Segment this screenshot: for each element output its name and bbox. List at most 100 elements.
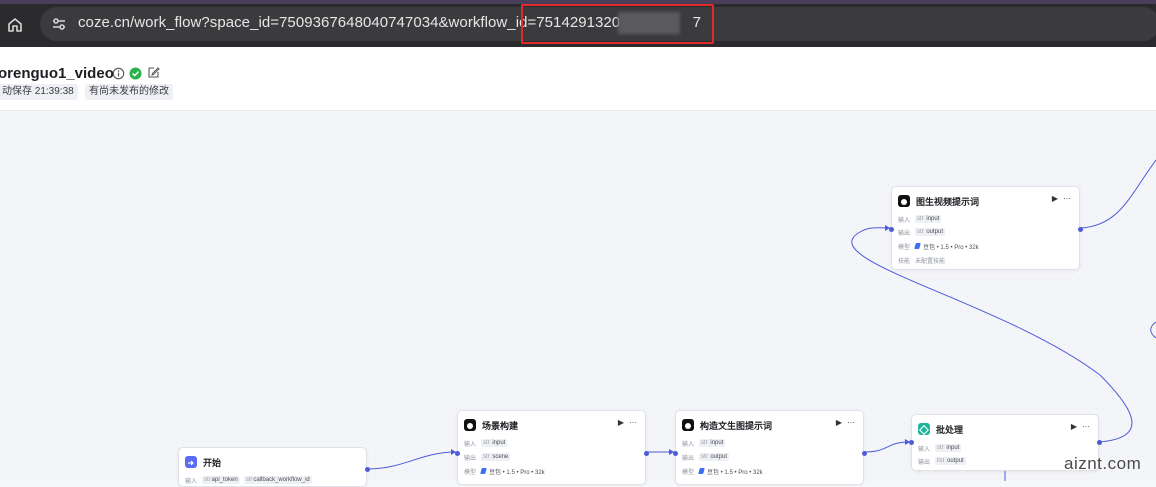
row-label: 输出	[918, 459, 931, 466]
llm-icon	[682, 419, 694, 431]
row-label: 输入	[898, 217, 911, 224]
param-chip: str input	[699, 439, 726, 447]
node-scene-build[interactable]: 场景构建 ▶ ··· 输入 str input 输出 str scene 模型 豆…	[455, 410, 649, 485]
edit-icon[interactable]	[147, 66, 160, 79]
row-label: 输出	[464, 455, 477, 462]
input-port[interactable]	[909, 440, 914, 445]
verified-check-icon	[129, 67, 142, 80]
node-i2v-prompt[interactable]: 图生视频提示词 ▶ ··· 输入 str input 输出 str output …	[889, 186, 1083, 270]
output-port[interactable]	[1078, 227, 1083, 232]
unpublished-badge: 有尚未发布的修改	[85, 84, 173, 100]
param-name: input	[710, 440, 724, 446]
node-actions: ▶ ···	[1047, 194, 1071, 203]
param-chip: str scene	[481, 453, 511, 461]
node-actions: ▶ ···	[613, 418, 637, 427]
param-type: str	[483, 454, 490, 460]
node-input-row: 输入 str input	[918, 443, 965, 453]
node-t2i-prompt[interactable]: 构造文生图提示词 ▶ ··· 输入 str input 输出 str output…	[673, 410, 867, 485]
node-skill-row: 技能 未配置技能	[898, 255, 945, 265]
input-port[interactable]	[673, 451, 678, 456]
row-label: 技能	[898, 258, 911, 265]
output-port[interactable]	[365, 467, 370, 472]
node-start[interactable]: 开始 输入 strapi_token strcallback_workflow_…	[178, 447, 370, 487]
node-input-row: 输入 str input	[682, 438, 729, 448]
more-icon[interactable]: ···	[847, 418, 855, 427]
param-chip: str output	[915, 228, 946, 236]
output-port[interactable]	[862, 451, 867, 456]
start-icon	[185, 456, 197, 468]
row-label: 输出	[682, 455, 695, 462]
watermark: aiznt.com	[1064, 454, 1142, 473]
node-title: 批处理	[936, 424, 964, 435]
node-model-row: 模型 豆包 • 1.5 • Pro • 32k	[682, 466, 763, 476]
param-type: str	[701, 440, 708, 446]
autosave-status: 动保存 21:39:38	[0, 84, 78, 100]
param-name: output	[947, 458, 964, 464]
node-input-row: 输入 str input	[464, 438, 511, 448]
row-label: 输出	[898, 230, 911, 237]
row-label: 输入	[682, 441, 695, 448]
home-icon[interactable]	[6, 16, 24, 34]
param-chip: str input	[481, 439, 508, 447]
node-input-row: 输入 strapi_token strcallback_workflow_id	[185, 475, 316, 485]
param-name: input	[492, 440, 506, 446]
doubao-icon	[698, 468, 705, 474]
more-icon[interactable]: ···	[1063, 194, 1071, 203]
highlight-annotation	[521, 4, 714, 44]
row-label: 输入	[918, 446, 931, 453]
param-chip: str output	[699, 453, 730, 461]
workflow-header: orenguo1_video 动保存 21:39:38 有尚未发布的修改	[0, 47, 1156, 111]
node-model-row: 模型 豆包 • 1.5 • Pro • 32k	[464, 466, 545, 476]
run-icon[interactable]: ▶	[1071, 422, 1077, 431]
run-icon[interactable]: ▶	[1052, 194, 1058, 203]
param-type: str	[483, 440, 490, 446]
param-chip: strapi_token	[202, 476, 240, 484]
param-type: str	[937, 445, 944, 451]
info-icon[interactable]	[112, 67, 125, 80]
workflow-title[interactable]: orenguo1_video	[0, 65, 114, 82]
param-type: str	[917, 229, 924, 235]
param-name: callback_workflow_id	[253, 477, 310, 483]
llm-icon	[898, 195, 910, 207]
node-model-row: 模型 豆包 • 1.5 • Pro • 32k	[898, 241, 979, 251]
param-type: str	[701, 454, 708, 460]
param-name: scene	[492, 454, 509, 460]
param-type: str	[917, 216, 924, 222]
run-icon[interactable]: ▶	[836, 418, 842, 427]
node-output-row: 输出 str output	[682, 452, 733, 462]
more-icon[interactable]: ···	[1082, 422, 1090, 431]
param-name: input	[926, 216, 940, 222]
row-label: 输入	[464, 441, 477, 448]
doubao-icon	[914, 243, 921, 249]
node-output-row: 输出 str scene	[464, 452, 514, 462]
row-label: 输入	[185, 478, 198, 485]
node-title: 图生视频提示词	[916, 196, 980, 207]
more-icon[interactable]: ···	[629, 418, 637, 427]
node-title: 开始	[203, 457, 222, 468]
param-chip: strcallback_workflow_id	[243, 476, 312, 484]
site-settings-icon[interactable]	[50, 15, 68, 33]
param-chip: str input	[915, 215, 942, 223]
row-label: 模型	[898, 244, 911, 251]
param-name: output	[926, 229, 944, 235]
output-port[interactable]	[1097, 440, 1102, 445]
output-port[interactable]	[644, 451, 649, 456]
input-port[interactable]	[455, 451, 460, 456]
row-label: 模型	[464, 469, 477, 476]
skill-value: 未配置技能	[915, 258, 946, 265]
param-chip: str input	[935, 444, 962, 452]
param-name: output	[710, 454, 728, 460]
node-output-row: 输出 list output	[918, 456, 970, 466]
param-name: api_token	[211, 477, 238, 483]
doubao-icon	[480, 468, 487, 474]
model-name: 豆包 • 1.5 • Pro • 32k	[707, 469, 763, 476]
model-name: 豆包 • 1.5 • Pro • 32k	[489, 469, 545, 476]
param-name: input	[946, 445, 960, 451]
run-icon[interactable]: ▶	[618, 418, 624, 427]
llm-icon	[464, 419, 476, 431]
row-label: 模型	[682, 469, 695, 476]
node-title: 构造文生图提示词	[700, 420, 773, 431]
param-type: list	[937, 458, 945, 464]
node-output-row: 输出 str output	[898, 227, 949, 237]
input-port[interactable]	[889, 227, 894, 232]
